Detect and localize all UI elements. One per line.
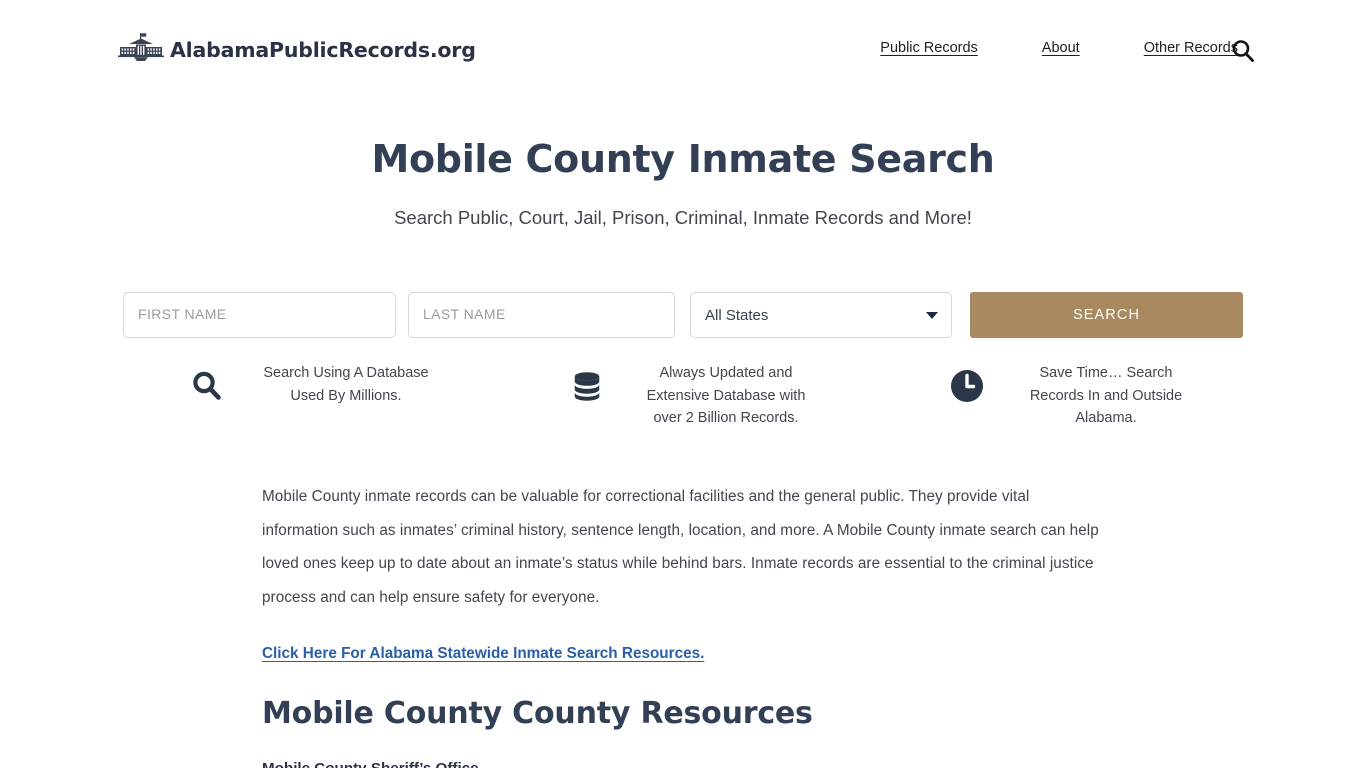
state-select[interactable]: All States: [690, 292, 952, 338]
site-logo[interactable]: AlabamaPublicRecords.org: [114, 32, 476, 68]
feature-text: Always Updated and Extensive Database wi…: [646, 365, 806, 426]
magnifier-icon: [185, 364, 229, 408]
last-name-input[interactable]: [408, 292, 675, 338]
section-heading: Mobile County County Resources: [262, 696, 813, 731]
first-name-input[interactable]: [123, 292, 396, 338]
search-icon[interactable]: [1230, 38, 1256, 64]
feature-highlights: Search Using A Database Used By Millions…: [123, 362, 1243, 442]
site-header: AlabamaPublicRecords.org Public Records …: [0, 0, 1366, 100]
nav-item-about[interactable]: About: [1010, 40, 1112, 56]
page-title: Mobile County Inmate Search: [371, 137, 995, 182]
nav-item-public-records[interactable]: Public Records: [880, 40, 1010, 56]
search-button[interactable]: SEARCH: [970, 292, 1243, 338]
article-content: Mobile County inmate records can be valu…: [262, 480, 1102, 768]
first-name-field-wrap: [123, 292, 396, 338]
feature-item: Save Time… Search Records In and Outside…: [945, 362, 1201, 430]
page-subtitle: Search Public, Court, Jail, Prison, Crim…: [394, 207, 972, 228]
database-icon: [565, 364, 609, 408]
statewide-resources-link[interactable]: Click Here For Alabama Statewide Inmate …: [262, 645, 704, 663]
state-field-wrap: All States: [690, 292, 952, 338]
feature-item: Always Updated and Extensive Database wi…: [565, 362, 821, 430]
feature-item: Search Using A Database Used By Millions…: [185, 362, 441, 408]
site-logo-text: AlabamaPublicRecords.org: [170, 38, 476, 62]
main-navigation: Public Records About Other Records: [880, 40, 1270, 56]
clock-icon: [945, 364, 989, 408]
feature-text: Save Time… Search Records In and Outside…: [1029, 365, 1183, 426]
page-root: AlabamaPublicRecords.org Public Records …: [0, 0, 1366, 768]
resource-subheading: Mobile County Sheriff’s Office: [262, 760, 1102, 768]
records-search-form: All States SEARCH: [123, 292, 1243, 338]
last-name-field-wrap: [408, 292, 675, 338]
feature-text: Search Using A Database Used By Millions…: [263, 365, 429, 404]
intro-paragraph: Mobile County inmate records can be valu…: [262, 488, 1099, 606]
capitol-building-icon: [114, 32, 168, 68]
